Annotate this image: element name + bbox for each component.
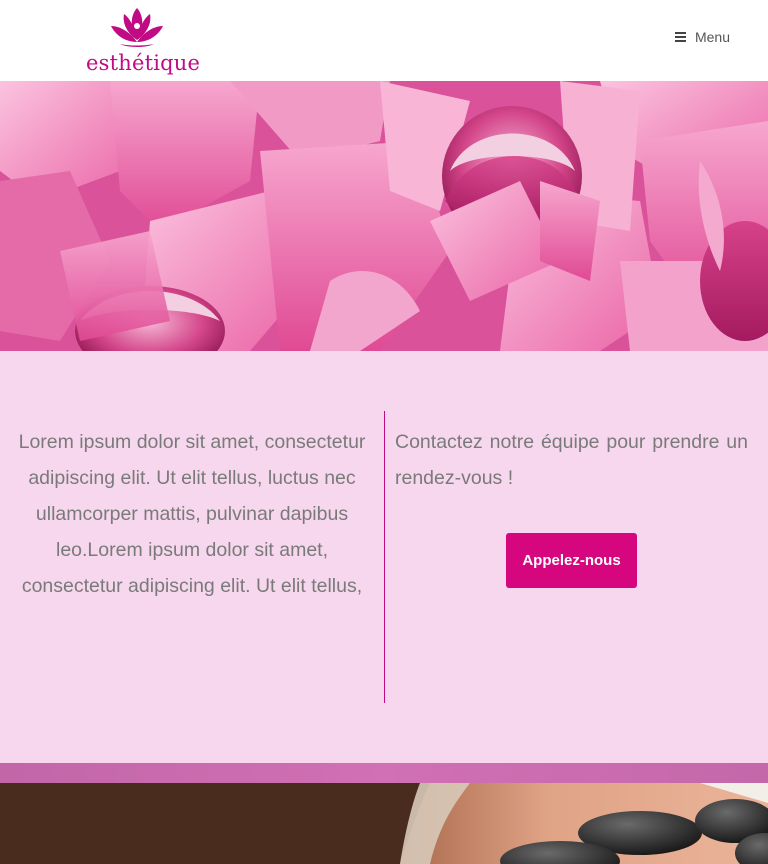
hot-stone-image — [0, 783, 768, 864]
intro-section: Lorem ipsum dolor sit amet, consectetur … — [0, 351, 768, 763]
hero-image-lotus — [0, 81, 768, 351]
logo-text: esthétique — [86, 51, 201, 75]
intro-text: Lorem ipsum dolor sit amet, consectetur … — [18, 431, 366, 597]
hamburger-icon — [674, 32, 686, 42]
site-header: esthétique Menu — [0, 0, 768, 81]
lotus-flowers-image — [0, 81, 768, 351]
menu-label: Menu — [694, 29, 730, 45]
vertical-divider — [384, 411, 385, 703]
lotus-logo-icon — [111, 8, 163, 47]
menu-button[interactable]: Menu — [674, 27, 730, 47]
site-logo[interactable]: esthétique — [86, 4, 201, 76]
contact-text: Contactez notre équipe pour prendre un r… — [395, 431, 748, 489]
hot-stone-massage-image — [0, 783, 768, 864]
call-us-button[interactable]: Appelez-nous — [506, 533, 637, 588]
decorative-band — [0, 763, 768, 783]
